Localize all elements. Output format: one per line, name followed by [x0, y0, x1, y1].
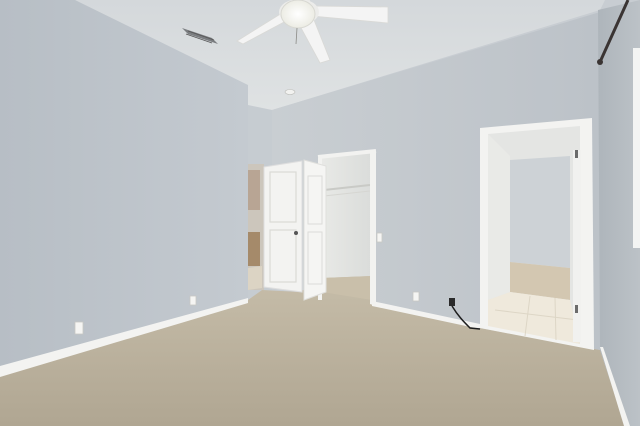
hinge-top: [575, 150, 578, 158]
hallway-inner-wall: [488, 134, 510, 300]
bathroom-floor: [248, 266, 262, 290]
outlet-back: [412, 291, 420, 302]
light-switch: [376, 232, 383, 243]
smoke-detector: [284, 89, 296, 95]
curtain-rod-finial: [597, 59, 603, 65]
door-knob: [294, 231, 298, 235]
outlet-mid: [189, 295, 197, 306]
bedroom-scene: [0, 0, 640, 426]
outlet-plugged: [449, 298, 455, 306]
hinge-bottom: [575, 305, 578, 313]
outlet-left: [74, 321, 84, 335]
walk-in-closet: [322, 153, 372, 278]
window-edge: [633, 48, 640, 248]
fan-light: [280, 0, 316, 29]
closet-frame-right: [370, 151, 376, 306]
bathroom-cabinet: [248, 232, 260, 266]
bathroom-mirror-light: [248, 170, 260, 210]
closet-open-door: [303, 159, 327, 301]
hallway-far-room: [510, 156, 570, 268]
hallway-door-edge: [573, 150, 581, 342]
